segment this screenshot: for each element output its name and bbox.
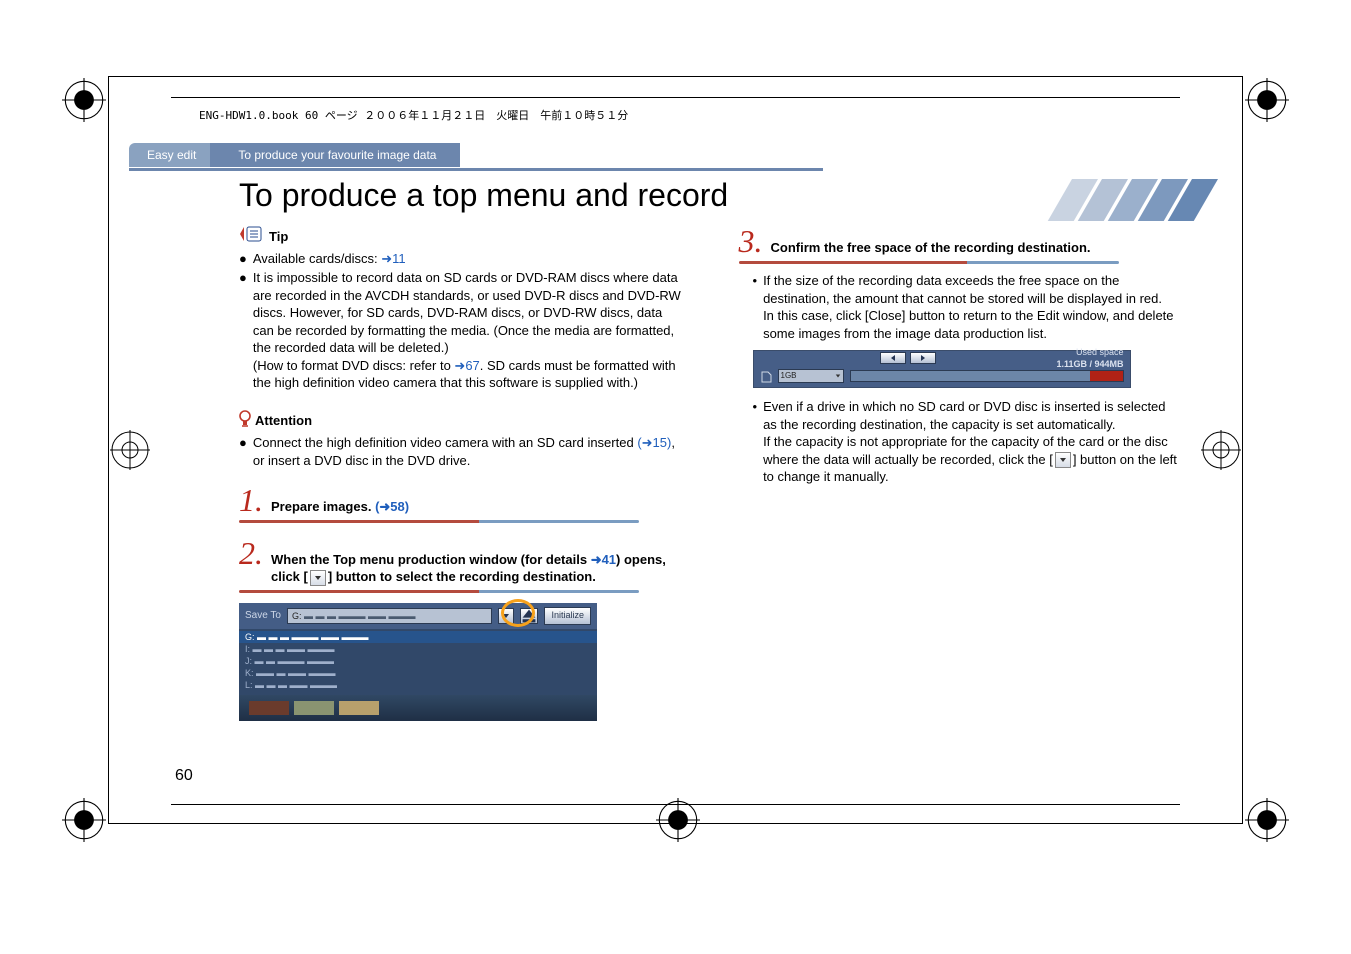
crop-mark-br <box>1245 798 1289 842</box>
attention-label: Attention <box>255 412 312 430</box>
highlight-circle <box>501 599 535 627</box>
step-3-p1b: In this case, click [Close] button to re… <box>763 308 1173 341</box>
save-panel-preview <box>239 695 597 721</box>
attention-heading: Attention <box>239 410 683 433</box>
capacity-overflow <box>1090 371 1123 381</box>
step-1: 1. Prepare images. (➜58) <box>239 484 683 523</box>
step-3-p2a: Even if a drive in which no SD card or D… <box>763 399 1165 432</box>
sd-card-icon <box>760 370 772 382</box>
step-3-bullet-1: • If the size of the recording data exce… <box>753 272 1183 342</box>
tip-bullet-1: ● Available cards/discs: ➜11 <box>239 250 683 268</box>
step-3-text: Confirm the free space of the recording … <box>771 239 1091 257</box>
right-column: 3. Confirm the free space of the recordi… <box>739 225 1183 783</box>
step-2-underline <box>239 590 639 593</box>
page-number: 60 <box>175 767 193 785</box>
step-3-underline <box>739 261 1119 264</box>
tab-easy-edit: Easy edit <box>129 143 214 167</box>
crop-mark-bl <box>62 798 106 842</box>
page-title: To produce a top menu and record <box>239 177 728 214</box>
tab-underline <box>129 168 823 171</box>
link-page-58[interactable]: (➜58) <box>375 499 409 514</box>
attention-bullet: ● Connect the high definition video came… <box>239 434 683 469</box>
drive-list[interactable]: G: ▬ ▬ ▬ ▬▬▬ ▬▬ ▬▬▬ I: ▬ ▬ ▬ ▬▬ ▬▬▬ J: ▬… <box>239 629 597 696</box>
header-rule <box>171 97 1180 98</box>
used-space-label: Used space <box>1076 347 1124 357</box>
tip-heading: Tip <box>239 225 683 248</box>
step-1-text: Prepare images. <box>271 499 375 514</box>
step-2: 2. When the Top menu production window (… <box>239 537 683 722</box>
lightbulb-icon <box>239 410 251 433</box>
tip-bullet-1-text: Available cards/discs: <box>253 251 381 266</box>
step-3-number: 3. <box>739 225 763 257</box>
crop-mark-tl <box>62 78 106 122</box>
step-2-number: 2. <box>239 537 263 569</box>
save-to-panel: Save To G: ▬ ▬ ▬ ▬▬▬ ▬▬ ▬▬▬ Initialize G… <box>239 603 597 722</box>
step-1-underline <box>239 520 639 523</box>
crop-mark-tr <box>1245 78 1289 122</box>
step-2-text-a: When the Top menu production window (for… <box>271 552 591 567</box>
prev-button[interactable] <box>880 352 906 364</box>
page-frame: ENG-HDW1.0.book 60 ページ ２００６年１１月２１日 火曜日 午… <box>108 76 1243 824</box>
section-tabs: Easy edit To produce your favourite imag… <box>129 142 460 168</box>
dropdown-icon <box>310 570 326 586</box>
step-3-p1: If the size of the recording data exceed… <box>763 273 1162 306</box>
drive-option: K: ▬▬ ▬ ▬▬ ▬▬▬ <box>239 667 597 679</box>
dropdown-icon <box>1055 452 1071 468</box>
tab-favourite-image-data: To produce your favourite image data <box>210 143 460 167</box>
header-diagonal-decor <box>1002 179 1242 226</box>
used-space-panel: Used space 1.11GB / 944MB 1GB <box>753 350 1131 388</box>
drive-option: L: ▬ ▬ ▬ ▬▬ ▬▬▬ <box>239 679 597 691</box>
tip-bullet-2-text-b: (How to format DVD discs: refer to <box>253 358 455 373</box>
drive-option: I: ▬ ▬ ▬ ▬▬ ▬▬▬ <box>239 643 597 655</box>
drive-option: J: ▬ ▬ ▬▬▬ ▬▬▬ <box>239 655 597 667</box>
page-meta: ENG-HDW1.0.book 60 ページ ２００６年１１月２１日 火曜日 午… <box>199 107 628 123</box>
save-to-field[interactable]: G: ▬ ▬ ▬ ▬▬▬ ▬▬ ▬▬▬ <box>287 608 493 624</box>
tip-bullet-2-text-a: It is impossible to record data on SD ca… <box>253 270 681 355</box>
step-3: 3. Confirm the free space of the recordi… <box>739 225 1183 264</box>
capacity-dropdown[interactable]: 1GB <box>778 369 844 383</box>
drive-option-selected: G: ▬ ▬ ▬ ▬▬▬ ▬▬ ▬▬▬ <box>239 631 597 643</box>
tip-label: Tip <box>269 228 288 246</box>
initialize-button[interactable]: Initialize <box>544 607 591 625</box>
tip-bullet-2: ● It is impossible to record data on SD … <box>239 269 683 392</box>
footer-rule <box>171 804 1180 805</box>
step-1-number: 1. <box>239 484 263 516</box>
left-column: Tip ● Available cards/discs: ➜11 ● It is… <box>239 225 683 783</box>
link-page-11[interactable]: ➜11 <box>381 251 405 266</box>
step-2-text-c: ] button to select the recording destina… <box>328 569 596 584</box>
tip-icon <box>239 225 265 248</box>
link-page-15[interactable]: (➜15) <box>637 435 671 450</box>
next-button[interactable] <box>910 352 936 364</box>
save-to-label: Save To <box>245 609 281 623</box>
attention-text-a: Connect the high definition video camera… <box>253 435 637 450</box>
step-3-bullet-2: • Even if a drive in which no SD card or… <box>753 398 1183 486</box>
link-page-41[interactable]: ➜41 <box>591 552 616 567</box>
used-space-value: 1.11GB / 944MB <box>1056 359 1123 369</box>
capacity-bar <box>850 370 1124 382</box>
link-page-67[interactable]: ➜67 <box>454 358 479 373</box>
